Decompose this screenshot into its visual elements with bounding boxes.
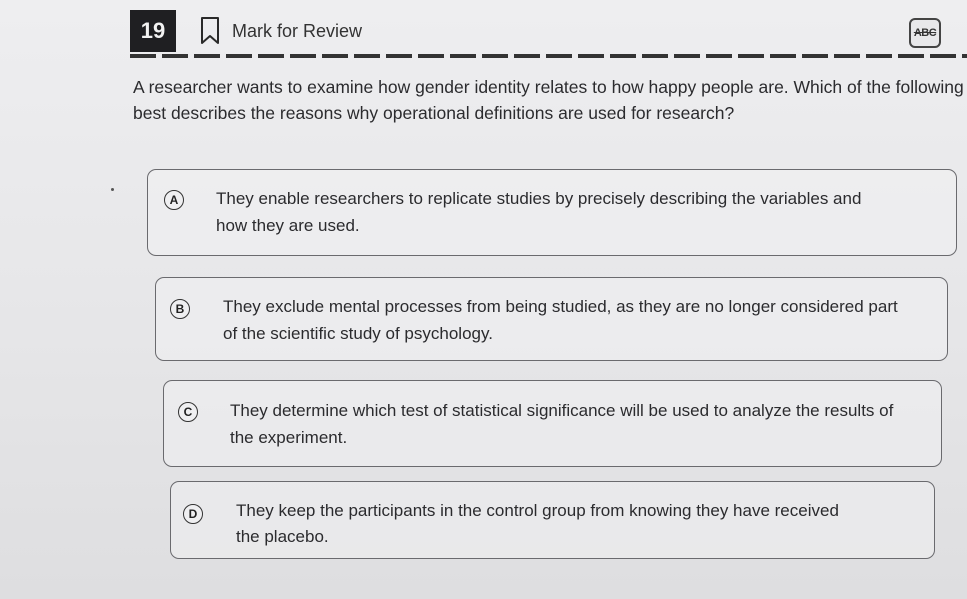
mark-for-review-label: Mark for Review: [232, 20, 363, 41]
question-number: 19: [130, 10, 176, 52]
stray-mark: [111, 188, 114, 191]
header-divider: [130, 54, 967, 58]
choice-c[interactable]: C They determine which test of statistic…: [163, 380, 942, 467]
choice-a[interactable]: A They enable researchers to replicate s…: [147, 169, 957, 256]
answer-eliminator-label: ABC: [913, 27, 937, 39]
choice-letter-c: C: [178, 402, 198, 422]
choice-letter-d: D: [183, 504, 203, 524]
answer-eliminator-button[interactable]: ABC: [909, 18, 941, 48]
choice-text-c: They determine which test of statistical…: [230, 401, 894, 447]
choice-letter-a: A: [164, 190, 184, 210]
choice-text-a: They enable researchers to replicate stu…: [216, 189, 862, 235]
choice-text-b: They exclude mental processes from being…: [223, 297, 898, 343]
mark-for-review-button[interactable]: Mark for Review: [200, 14, 362, 48]
choice-text-d: They keep the participants in the contro…: [236, 501, 839, 546]
bookmark-icon: [200, 17, 220, 45]
choice-b[interactable]: B They exclude mental processes from bei…: [155, 277, 948, 361]
choice-letter-b: B: [170, 299, 190, 319]
choice-d[interactable]: D They keep the participants in the cont…: [170, 481, 935, 559]
question-text: A researcher wants to examine how gender…: [133, 77, 964, 123]
